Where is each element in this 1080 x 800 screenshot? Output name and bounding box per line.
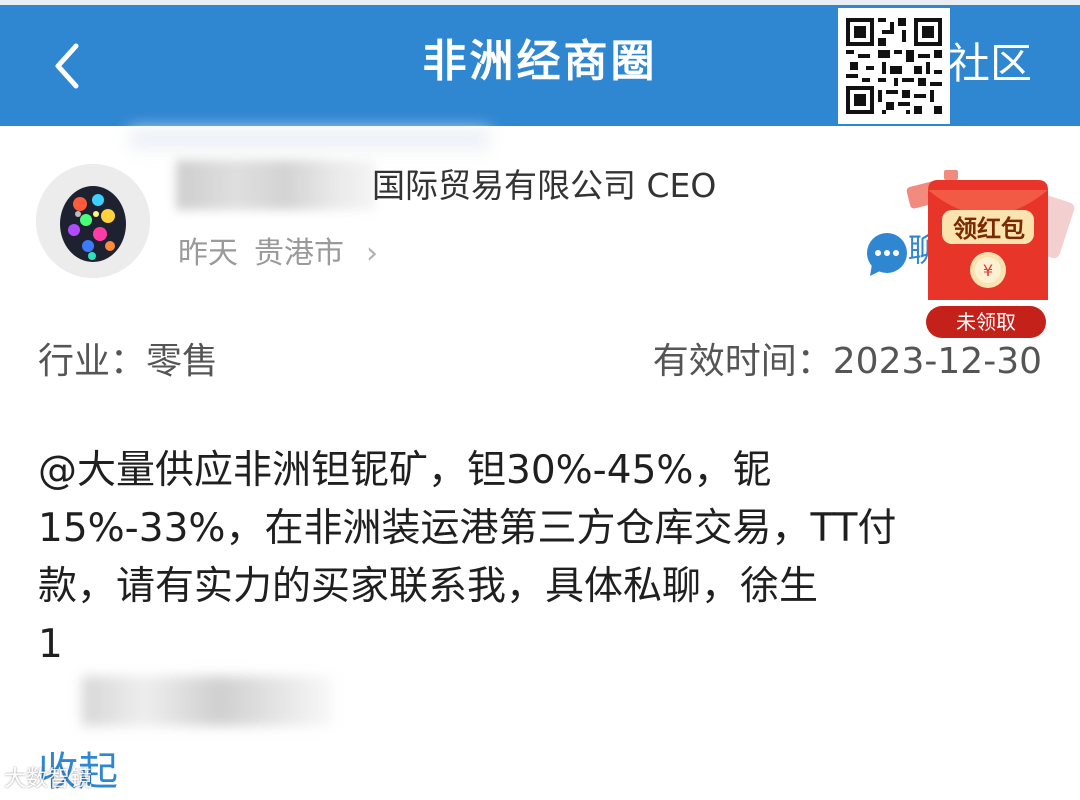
post-line: 款，请有实力的买家联系我，具体私聊，徐生: [38, 564, 819, 609]
blurred-region: [130, 128, 490, 150]
post-line: @大量供应非洲钽铌矿，钽30%-45%，铌: [38, 448, 772, 493]
svg-text:¥: ¥: [983, 261, 993, 280]
opal-stone-avatar-image: [36, 164, 150, 278]
post-meta[interactable]: 昨天 贵港市 ›: [178, 232, 378, 276]
header-bar: 非洲经商圈 社区: [0, 0, 1080, 126]
valid-until-label: 有效时间：2023-12-30: [652, 341, 1042, 382]
post-location: 贵港市: [254, 236, 344, 271]
qr-code-icon: [846, 18, 942, 114]
red-packet-status: 未领取: [956, 310, 1016, 334]
industry-label: 行业：零售: [38, 341, 219, 382]
back-button[interactable]: [44, 36, 94, 96]
page-title: 非洲经商圈: [422, 36, 658, 87]
blurred-author-name: [176, 160, 376, 210]
chevron-right-icon: ›: [366, 236, 378, 271]
blurred-phone-number: [82, 676, 332, 726]
post-line: 15%-33%，在非洲装运港第三方仓库交易，TT付: [38, 506, 897, 551]
post-content: @大量供应非洲钽铌矿，钽30%-45%，铌 15%-33%，在非洲装运港第三方仓…: [38, 442, 1048, 674]
qr-code[interactable]: [838, 8, 950, 124]
post-line: 1: [38, 616, 1048, 674]
status-strip: [0, 0, 1080, 5]
post-time: 昨天: [178, 236, 238, 271]
phone-number-partial: 1: [38, 622, 63, 667]
app-screen: 非洲经商圈 社区 国际贸易有限公司 CEO 昨天 贵港市 › 聊 ¥ 领红包 未…: [0, 0, 1080, 800]
community-link[interactable]: 社区: [948, 36, 1032, 92]
chevron-left-icon: [55, 43, 79, 89]
author-company-title: 国际贸易有限公司 CEO: [372, 166, 717, 205]
avatar[interactable]: [36, 164, 150, 278]
watermark: 大数智镜: [4, 760, 92, 800]
red-packet-label: 领红包: [953, 215, 1025, 243]
watermark-text: 大数智镜: [4, 767, 93, 792]
